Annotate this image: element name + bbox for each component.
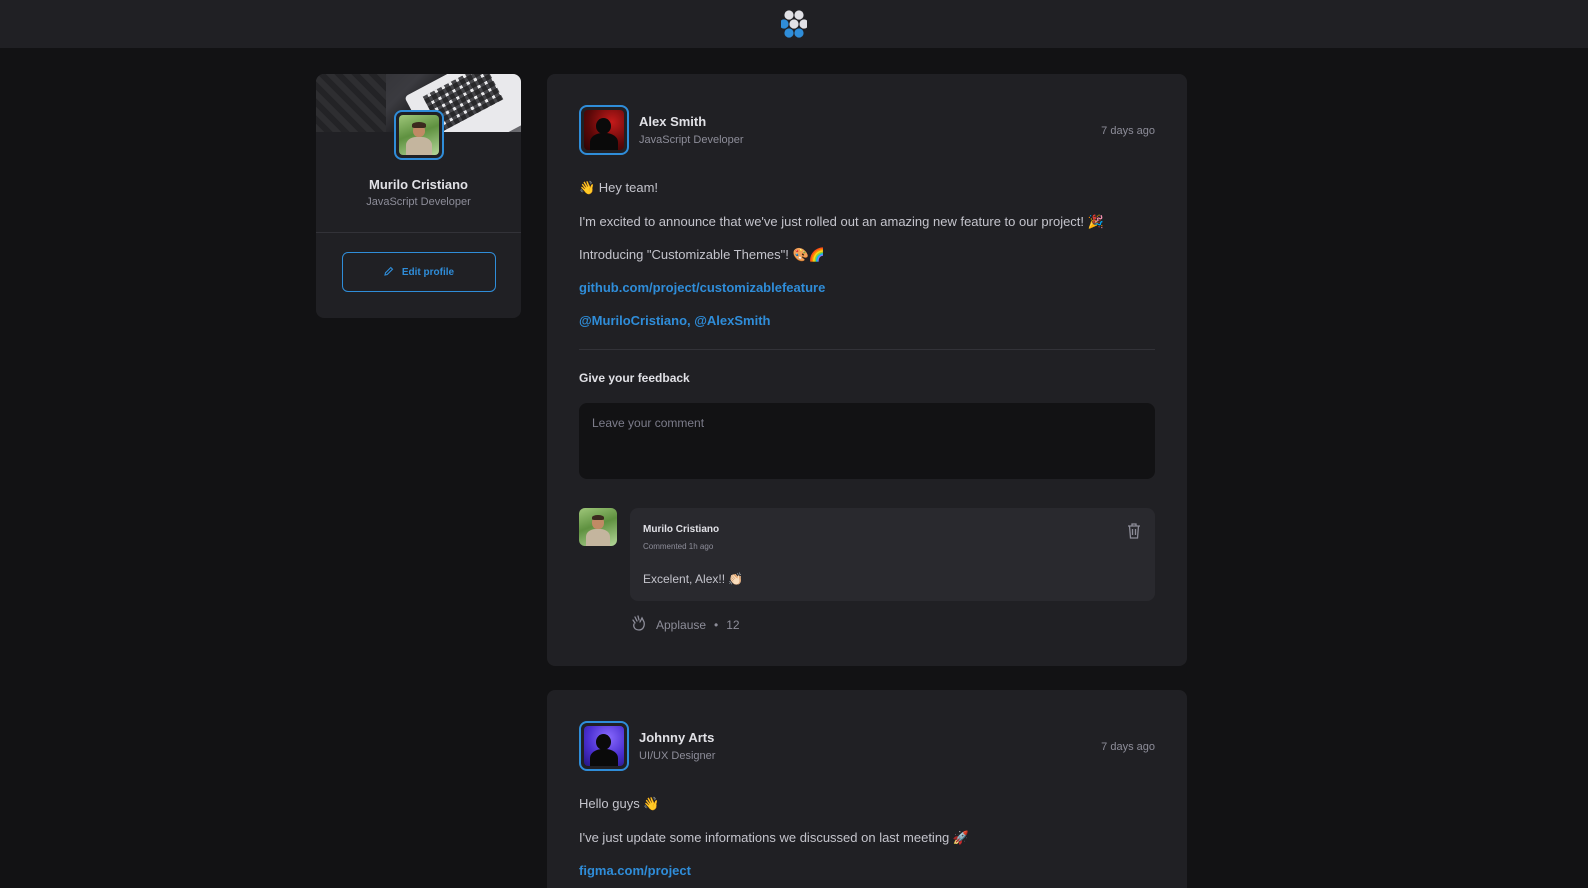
feedback-title: Give your feedback (579, 371, 690, 385)
edit-profile-button[interactable]: Edit profile (342, 252, 496, 292)
post-link[interactable]: figma.com/project (579, 863, 691, 878)
profile-avatar[interactable] (394, 110, 444, 160)
pencil-icon (384, 266, 394, 279)
applause-separator: • (714, 617, 719, 632)
profile-sidebar: Murilo Cristiano JavaScript Developer Ed… (316, 74, 521, 318)
post-mentions[interactable]: @MuriloCristiano, @AlexSmith (579, 313, 770, 328)
author-role: UI/UX Designer (639, 750, 716, 762)
comment-time: Commented 1h ago (643, 542, 714, 551)
post-divider (579, 349, 1155, 350)
comment-input[interactable] (579, 403, 1155, 479)
hexagon-cluster-logo-icon[interactable] (781, 10, 807, 38)
author-role: JavaScript Developer (639, 134, 744, 146)
applause-button[interactable]: Applause • 12 (630, 614, 740, 635)
post-text-line: I'm excited to announce that we've just … (579, 214, 1104, 229)
post-link[interactable]: github.com/project/customizablefeature (579, 280, 825, 295)
sidebar-divider (316, 232, 521, 233)
author-name[interactable]: Alex Smith (639, 114, 706, 129)
post-time: 7 days ago (1101, 125, 1155, 137)
post-text-line: Hello guys 👋 (579, 796, 660, 811)
post-text-line: Introducing "Customizable Themes"! 🎨🌈 (579, 247, 825, 262)
post-text-line: I've just update some informations we di… (579, 830, 970, 845)
post-card: Johnny Arts UI/UX Designer 7 days ago He… (547, 690, 1187, 888)
post-text-line: 👋 Hey team! (579, 180, 659, 195)
post-card: Alex Smith JavaScript Developer 7 days a… (547, 74, 1187, 666)
profile-role: JavaScript Developer (366, 196, 471, 208)
edit-profile-label: Edit profile (401, 266, 455, 278)
post-time: 7 days ago (1101, 741, 1155, 753)
comment-author: Murilo Cristiano (643, 524, 720, 535)
commenter-avatar[interactable] (579, 508, 617, 546)
comment-card: Murilo Cristiano Commented 1h ago Excele… (630, 508, 1155, 601)
clapping-hands-icon (630, 614, 648, 635)
author-avatar[interactable] (579, 105, 629, 155)
profile-name: Murilo Cristiano (369, 177, 468, 192)
comment-text: Excelent, Alex!! 👏🏻 (643, 572, 744, 586)
author-avatar[interactable] (579, 721, 629, 771)
top-header (0, 0, 1588, 48)
applause-label: Applause (656, 617, 707, 632)
trash-icon[interactable] (1126, 522, 1142, 540)
author-name[interactable]: Johnny Arts (639, 730, 714, 745)
applause-count: 12 (726, 617, 740, 632)
